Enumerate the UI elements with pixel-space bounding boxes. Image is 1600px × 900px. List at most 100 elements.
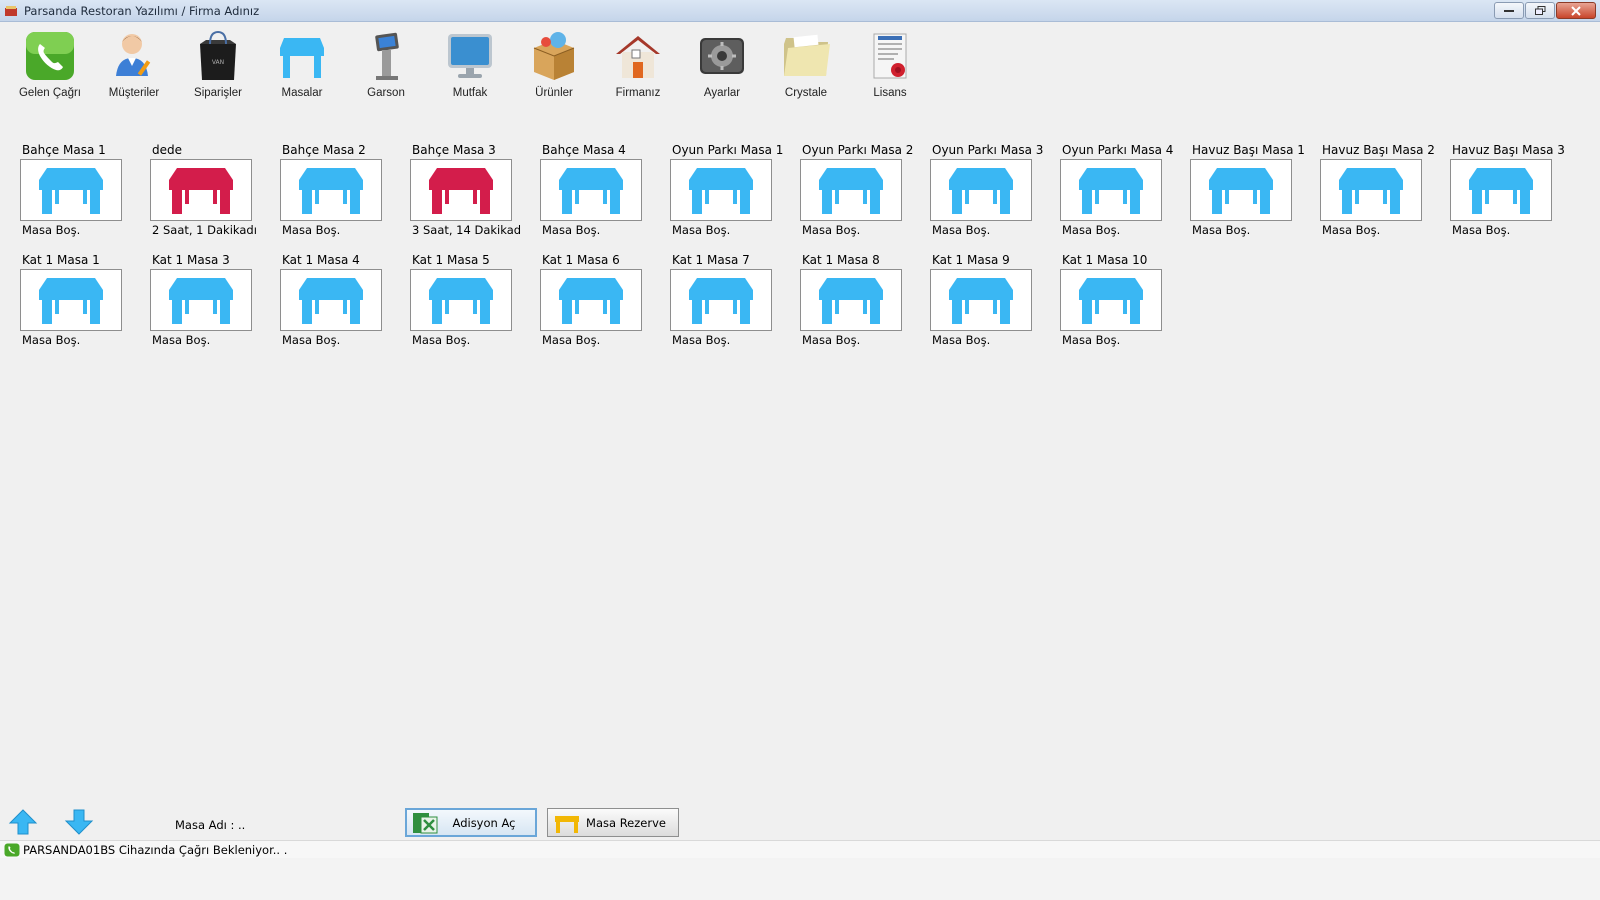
scroll-down-arrow-icon[interactable] [64,808,94,836]
table-card[interactable]: Kat 1 Masa 9 Masa Boş. [930,253,1060,349]
table-card[interactable]: Havuz Başı Masa 3 Masa Boş. [1450,143,1580,239]
table-button[interactable] [1060,159,1162,221]
table-name: Kat 1 Masa 10 [1062,253,1148,267]
toolbar-orders[interactable]: VAN Siparişler [176,28,260,104]
main-toolbar: Gelen Çağrı Müşteriler VAN Siparişler Ma… [8,28,932,104]
toolbar-kitchen[interactable]: Mutfak [428,28,512,104]
toolbar-label: Siparişler [194,87,242,99]
table-button[interactable] [930,159,1032,221]
table-button[interactable] [1320,159,1422,221]
table-button[interactable] [280,269,382,331]
table-button[interactable] [410,159,512,221]
table-status: Masa Boş. [932,223,991,237]
table-name: Bahçe Masa 3 [412,143,496,157]
table-card[interactable]: Oyun Parkı Masa 1 Masa Boş. [670,143,800,239]
table-name: Oyun Parkı Masa 1 [672,143,784,157]
toolbar-products[interactable]: Ürünler [512,28,596,104]
toolbar-customers[interactable]: Müşteriler [92,28,176,104]
table-icon [299,168,363,214]
table-icon [1339,168,1403,214]
table-card[interactable]: Havuz Başı Masa 2 Masa Boş. [1320,143,1450,239]
toolbar-crystal[interactable]: Crystale [764,28,848,104]
table-card[interactable]: dede 2 Saat, 1 Dakikadı [150,143,280,239]
table-icon [1079,278,1143,324]
table-name: Oyun Parkı Masa 2 [802,143,914,157]
table-name: Havuz Başı Masa 3 [1452,143,1565,157]
table-status: Masa Boş. [282,223,341,237]
table-card[interactable]: Kat 1 Masa 10 Masa Boş. [1060,253,1190,349]
table-button[interactable] [800,159,902,221]
table-status: Masa Boş. [1192,223,1251,237]
table-icon [559,168,623,214]
table-card[interactable]: Kat 1 Masa 8 Masa Boş. [800,253,930,349]
table-icon [1209,168,1273,214]
table-card[interactable]: Havuz Başı Masa 1 Masa Boş. [1190,143,1320,239]
table-button[interactable] [280,159,382,221]
toolbar-incoming-call[interactable]: Gelen Çağrı [8,28,92,104]
open-bill-button[interactable]: Adisyon Aç [405,808,537,837]
table-card[interactable]: Bahçe Masa 1 Masa Boş. [20,143,150,239]
table-card[interactable]: Bahçe Masa 4 Masa Boş. [540,143,670,239]
table-name: Kat 1 Masa 6 [542,253,620,267]
table-status: Masa Boş. [1452,223,1511,237]
table-button[interactable] [20,159,122,221]
table-card[interactable]: Kat 1 Masa 3 Masa Boş. [150,253,280,349]
table-button[interactable] [150,269,252,331]
kiosk-icon [375,32,399,80]
table-card[interactable]: Kat 1 Masa 7 Masa Boş. [670,253,800,349]
title-bar: Parsanda Restoran Yazılımı / Firma Adını… [0,0,1600,22]
table-card[interactable]: Bahçe Masa 3 3 Saat, 14 Dakikad [410,143,540,239]
table-button[interactable] [20,269,122,331]
toolbar-settings[interactable]: Ayarlar [680,28,764,104]
selected-table-label: Masa Adı : .. [175,818,246,832]
table-name: Kat 1 Masa 5 [412,253,490,267]
restore-icon [1534,6,1545,15]
table-status: Masa Boş. [282,333,341,347]
table-card[interactable]: Kat 1 Masa 4 Masa Boş. [280,253,410,349]
table-icon [689,168,753,214]
toolbar-waiter[interactable]: Garson [344,28,428,104]
table-card[interactable]: Oyun Parkı Masa 3 Masa Boş. [930,143,1060,239]
table-card[interactable]: Bahçe Masa 2 Masa Boş. [280,143,410,239]
table-card[interactable]: Oyun Parkı Masa 2 Masa Boş. [800,143,930,239]
table-button[interactable] [1450,159,1552,221]
reserve-table-button[interactable]: Masa Rezerve [547,808,679,837]
table-card[interactable]: Kat 1 Masa 1 Masa Boş. [20,253,150,349]
table-icon [299,278,363,324]
table-card[interactable]: Kat 1 Masa 6 Masa Boş. [540,253,670,349]
toolbar-tables[interactable]: Masalar [260,28,344,104]
certificate-icon [873,33,907,79]
table-button[interactable] [410,269,512,331]
table-button[interactable] [540,269,642,331]
table-name: Bahçe Masa 2 [282,143,366,157]
toolbar-label: Lisans [873,87,907,99]
table-icon [819,278,883,324]
minimize-button[interactable] [1494,2,1524,19]
table-icon [949,168,1013,214]
toolbar-license[interactable]: Lisans [848,28,932,104]
table-button[interactable] [670,159,772,221]
toolbar-company[interactable]: Firmanız [596,28,680,104]
table-button[interactable] [930,269,1032,331]
phone-status-icon [4,843,20,856]
table-icon [559,278,623,324]
shopping-bag-icon: VAN [200,30,236,80]
table-icon [169,168,233,214]
table-button[interactable] [1190,159,1292,221]
table-button[interactable] [800,269,902,331]
scroll-up-arrow-icon[interactable] [8,808,38,836]
table-button[interactable] [150,159,252,221]
toolbar-label: Crystale [784,87,828,99]
table-button[interactable] [670,269,772,331]
toolbar-label: Garson [367,87,405,99]
table-icon [429,278,493,324]
table-icon [280,38,324,78]
table-card[interactable]: Kat 1 Masa 5 Masa Boş. [410,253,540,349]
restore-button[interactable] [1525,2,1555,19]
table-button[interactable] [1060,269,1162,331]
table-card[interactable]: Oyun Parkı Masa 4 Masa Boş. [1060,143,1190,239]
table-button[interactable] [540,159,642,221]
toolbar-label: Ayarlar [703,87,741,99]
box-icon [533,32,575,80]
close-button[interactable] [1556,2,1596,19]
